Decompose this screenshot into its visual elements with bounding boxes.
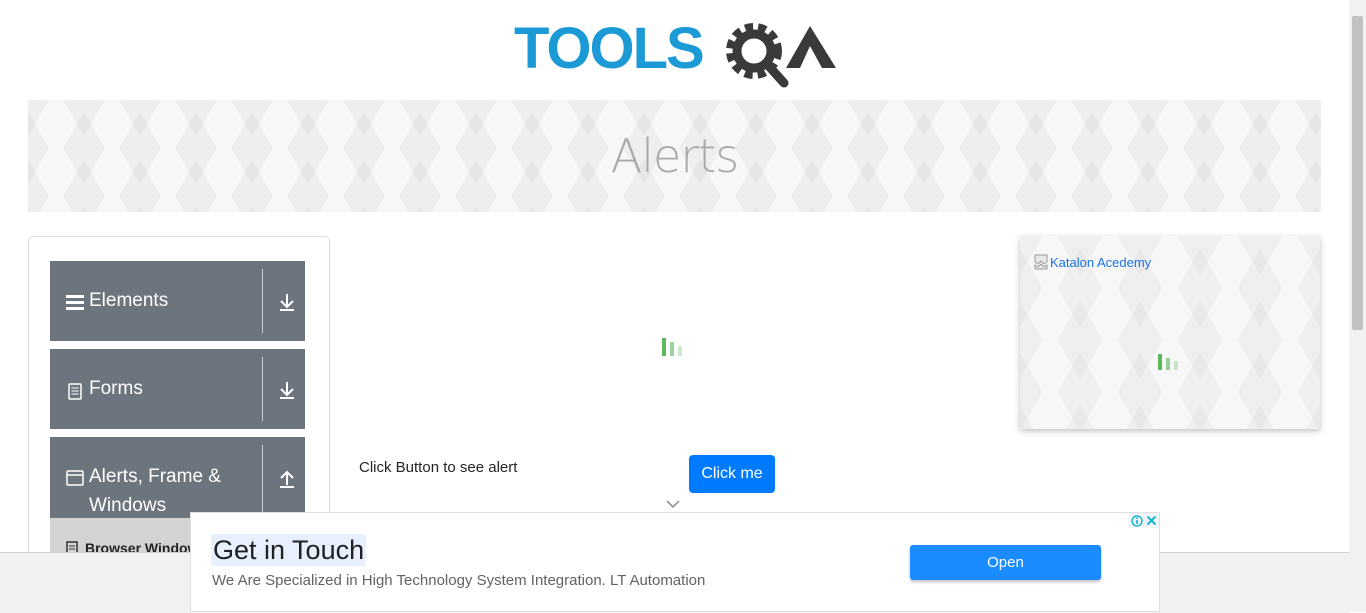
- sidebar-group-elements[interactable]: Elements: [50, 261, 305, 341]
- alert-click-me-button[interactable]: Click me: [689, 455, 775, 493]
- divider: [262, 269, 263, 333]
- ad-open-button[interactable]: Open: [910, 545, 1101, 580]
- image-alt-text: Katalon Acedemy: [1050, 254, 1152, 270]
- download-arrow-icon[interactable]: [278, 292, 296, 312]
- close-icon[interactable]: [1144, 513, 1159, 528]
- side-advertisement[interactable]: Katalon Acedemy: [1020, 236, 1320, 429]
- divider: [262, 445, 263, 519]
- sidebar-group-label-line2: Windows: [89, 495, 167, 516]
- adchoices[interactable]: [1129, 513, 1159, 528]
- download-arrow-icon[interactable]: [278, 380, 296, 400]
- info-icon[interactable]: [1129, 513, 1144, 528]
- ad-headline[interactable]: Get in Touch: [211, 534, 367, 566]
- divider: [262, 357, 263, 421]
- bottom-advertisement[interactable]: Get in Touch We Are Specialized in High …: [190, 512, 1160, 612]
- toolsqa-logo[interactable]: TOOLS: [514, 14, 838, 92]
- sidebar-group-label: Elements: [89, 290, 169, 311]
- sidebar-group-forms[interactable]: Forms: [50, 349, 305, 429]
- loading-spinner-icon: [1158, 350, 1180, 370]
- scrollbar-thumb[interactable]: [1352, 16, 1363, 330]
- broken-image-icon: [1034, 254, 1048, 270]
- gear-magnifier-icon: [726, 23, 789, 88]
- hamburger-icon: [66, 295, 84, 310]
- document-icon: [68, 383, 82, 400]
- alert-instruction-label: Click Button to see alert: [359, 459, 518, 476]
- page-scrollbar[interactable]: [1349, 0, 1366, 612]
- broken-image[interactable]: Katalon Acedemy: [1034, 254, 1151, 270]
- page-title: Alerts: [610, 129, 739, 183]
- logo-a-shape: [786, 26, 836, 68]
- sidebar-group-label-line1: Alerts, Frame &: [89, 466, 221, 487]
- page-banner: Alerts: [28, 100, 1321, 212]
- loading-spinner-icon: [662, 336, 684, 356]
- window-icon: [66, 470, 84, 486]
- ad-description: We Are Specialized in High Technology Sy…: [212, 572, 706, 589]
- upload-arrow-icon[interactable]: [278, 469, 296, 489]
- sidebar-group-label: Forms: [89, 378, 143, 399]
- logo-text: TOOLS: [514, 16, 703, 81]
- chevron-down-icon[interactable]: [666, 499, 680, 509]
